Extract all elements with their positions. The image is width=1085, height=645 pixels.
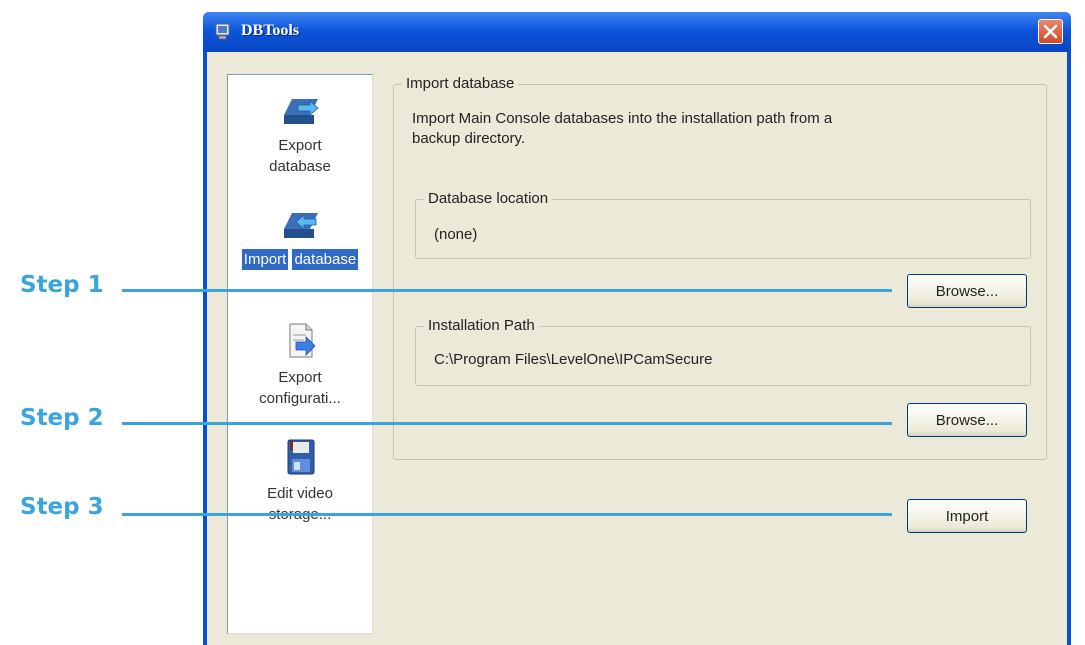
step-1-pointer [122, 289, 892, 292]
import-database-icon [284, 213, 318, 238]
export-database-icon [284, 99, 319, 124]
group-title: Import database [402, 75, 519, 92]
step-3-pointer [122, 513, 892, 516]
app-icon [215, 23, 230, 40]
edit-video-storage-icon [287, 439, 315, 475]
step-2-pointer [122, 422, 892, 425]
installation-path-value: C:\Program Files\LevelOne\IPCamSecure [434, 351, 713, 368]
sidebar-nav: Export database Import database Export c… [227, 74, 373, 634]
dbtools-window: DBTools Export database Import database … [203, 12, 1071, 645]
installation-path-group: Installation Path C:\Program Files\Level… [415, 317, 1031, 386]
import-button[interactable]: Import [907, 499, 1027, 533]
browse-installation-button[interactable]: Browse... [907, 403, 1027, 437]
sidebar-item-label: database [269, 158, 331, 175]
window-title: DBTools [241, 22, 300, 39]
sidebar-item-label: database [292, 249, 359, 270]
step-3-label: Step 3 [20, 494, 104, 520]
sidebar-item-label: Edit video [267, 485, 333, 502]
title-bar[interactable]: DBTools [203, 12, 1071, 52]
description-text: Import Main Console databases into the i… [412, 110, 833, 147]
sidebar-item-label: Import [241, 249, 289, 270]
sidebar-item-label: Export [278, 369, 322, 386]
close-icon [1043, 24, 1058, 39]
step-1-label: Step 1 [20, 272, 104, 298]
sidebar-item-label: Export [278, 137, 322, 154]
installation-path-label: Installation Path [424, 317, 539, 334]
browse-database-button[interactable]: Browse... [907, 274, 1027, 308]
dialog-client-area: Export database Import database Export c… [207, 52, 1067, 645]
step-2-label: Step 2 [20, 405, 104, 431]
database-location-group: Database location (none) [415, 190, 1031, 259]
export-configuration-icon [289, 323, 316, 358]
database-location-label: Database location [424, 190, 553, 207]
sidebar-item-label: configurati... [259, 390, 341, 407]
database-location-value: (none) [434, 226, 478, 243]
close-button[interactable] [1038, 19, 1063, 44]
